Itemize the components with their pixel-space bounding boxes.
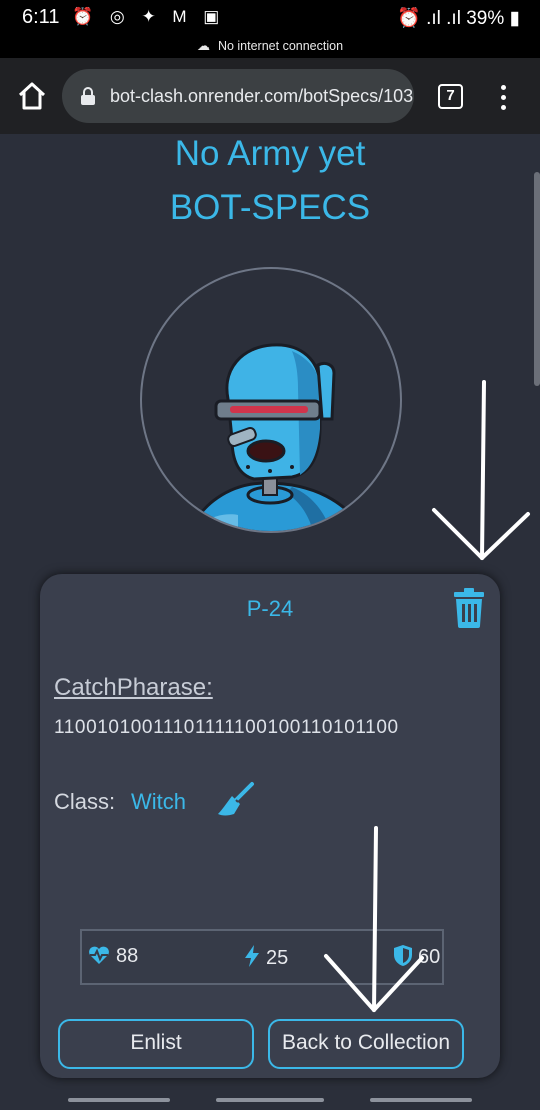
robot-illustration: [189, 343, 366, 531]
bot-id: P-24: [246, 596, 294, 621]
heartbeat-icon: [89, 946, 109, 964]
catchphrase-label: CatchPharase:: [54, 674, 213, 701]
offline-text: No internet connection: [217, 39, 344, 53]
lock-icon: [81, 87, 95, 105]
system-nav-bar: [0, 1090, 540, 1110]
nav-home-handle[interactable]: [216, 1098, 324, 1102]
offline-banner: ☁ No internet connection: [0, 34, 540, 58]
tab-switcher-button[interactable]: 7: [438, 84, 463, 109]
page-content: No Army yet BOT-SPECS P-24 CatchPharase:…: [0, 134, 540, 1090]
enlist-button[interactable]: Enlist: [58, 1019, 254, 1069]
back-to-collection-button[interactable]: Back to Collection: [268, 1019, 464, 1069]
url-bar[interactable]: bot-clash.onrender.com/botSpecs/103: [62, 69, 414, 123]
nav-back-handle[interactable]: [68, 1098, 170, 1102]
class-label: Class:: [54, 789, 116, 814]
notification-icons: ⏰ ◎ ✦ M ▣: [72, 7, 226, 26]
trash-icon[interactable]: [452, 588, 486, 628]
health-stat: 88: [88, 945, 138, 968]
arrow-down-icon: [432, 380, 530, 560]
browser-toolbar: bot-clash.onrender.com/botSpecs/103 7: [0, 58, 540, 134]
cloud-off-icon: ☁: [196, 38, 210, 53]
lightning-icon: [245, 945, 259, 967]
arrow-down-icon: [324, 826, 424, 1012]
battery-level: 39%: [466, 8, 505, 29]
damage-stat: 25: [244, 945, 288, 970]
status-right-cluster: ⏰ .ıl .ıl 39% ▮: [397, 6, 520, 30]
army-status-title: No Army yet: [174, 134, 366, 173]
nav-recents-handle[interactable]: [370, 1098, 472, 1102]
page-title: BOT-SPECS: [169, 188, 371, 227]
health-value: 88: [116, 945, 139, 967]
catchphrase-value: 11001010011101111100100110101100: [54, 717, 399, 738]
bot-avatar: [140, 267, 402, 533]
battery-icon: ▮: [509, 8, 520, 29]
status-time: 6:11: [22, 6, 60, 28]
signal-icon: ⏰ .ıl .ıl: [397, 8, 461, 29]
class-value: Witch: [131, 789, 186, 814]
home-icon[interactable]: [16, 80, 48, 112]
status-bar: 6:11 ⏰ ◎ ✦ M ▣ ⏰ .ıl .ıl 39% ▮: [0, 0, 540, 34]
damage-value: 25: [266, 947, 289, 969]
bot-spec-card: P-24 CatchPharase: 110010100111011111001…: [40, 574, 500, 1078]
overflow-menu-icon[interactable]: [494, 82, 512, 112]
broom-icon: [218, 782, 254, 816]
